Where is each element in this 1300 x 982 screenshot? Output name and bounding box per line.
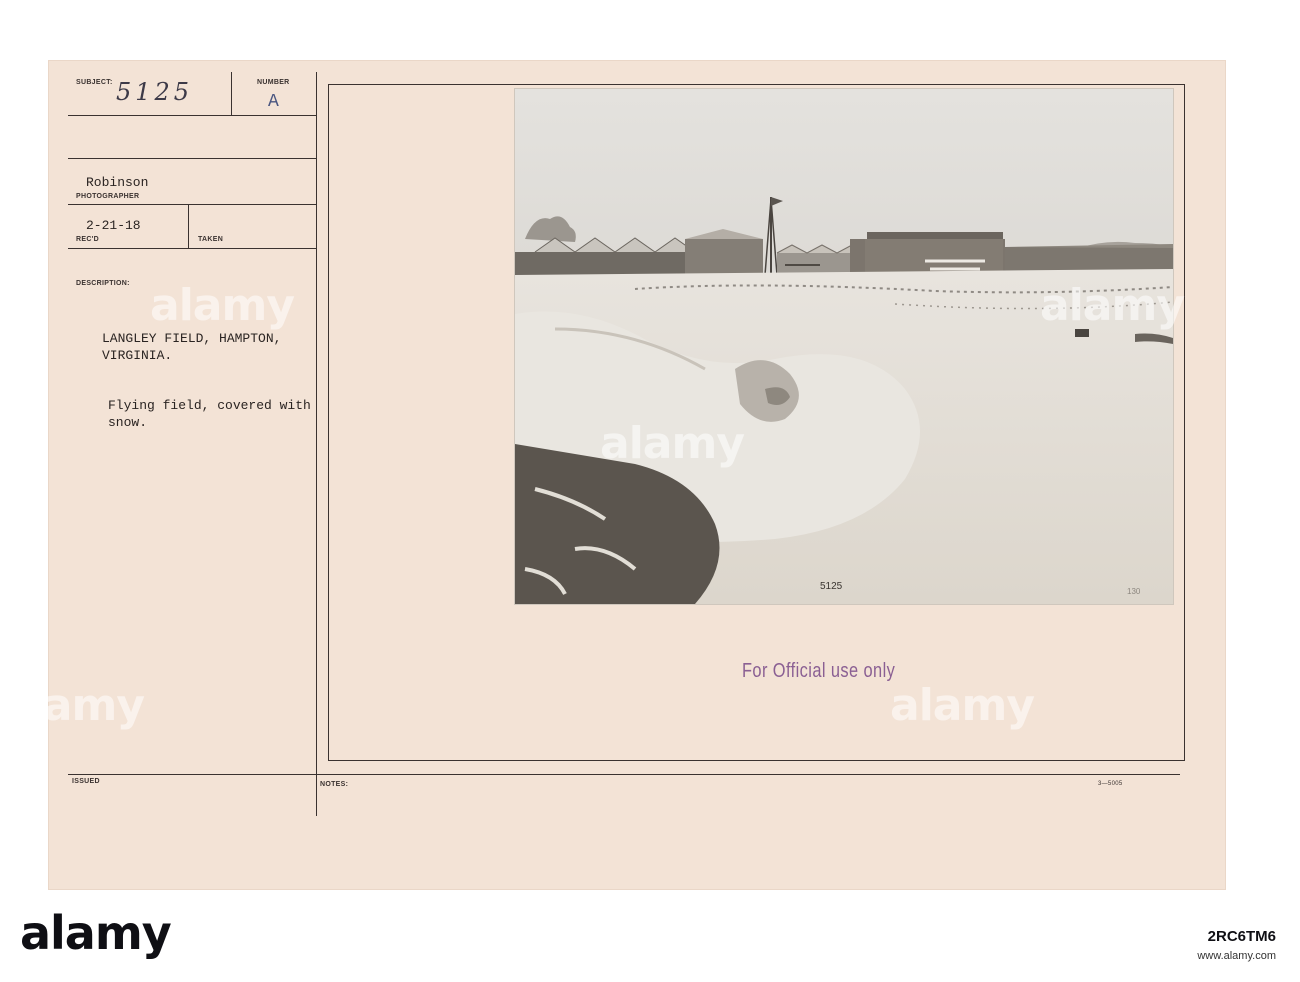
frame-line (328, 760, 1185, 761)
photographer-label: PHOTOGRAPHER (76, 193, 140, 200)
divider (68, 204, 316, 205)
watermark: alamy (600, 418, 745, 469)
divider (231, 72, 232, 116)
number-value: A (268, 92, 279, 112)
watermark: alamy (1040, 280, 1185, 331)
frame-line (1184, 84, 1185, 760)
watermark: alamy (0, 680, 145, 731)
site-url[interactable]: www.alamy.com (1197, 950, 1276, 962)
description-line: snow. (108, 415, 148, 430)
notes-label: NOTES: (320, 781, 349, 788)
corner-mark: 130 (1127, 587, 1141, 596)
form-code: 3—5005 (1098, 781, 1123, 787)
received-label: REC'D (76, 236, 99, 243)
description-line: LANGLEY FIELD, HAMPTON, (102, 331, 282, 346)
subject-label: SUBJECT: (76, 79, 113, 86)
negative-number: 5125 (820, 581, 843, 592)
watermark: alamy (150, 280, 295, 331)
number-label: NUMBER (257, 79, 290, 86)
divider (316, 72, 317, 816)
divider (188, 204, 189, 248)
frame-line (328, 84, 329, 760)
image-code: 2RC6TM6 (1207, 928, 1276, 945)
divider (68, 158, 316, 159)
divider (68, 774, 1180, 775)
divider (68, 115, 316, 116)
description-line: Flying field, covered with (108, 398, 311, 413)
description-label: DESCRIPTION: (76, 280, 130, 287)
subject-number: 5125 (116, 78, 194, 106)
divider (68, 248, 316, 249)
description-line: VIRGINIA. (102, 348, 173, 363)
official-use-stamp: For Official use only (742, 660, 896, 682)
footer-bar (0, 890, 1300, 982)
watermark: alamy (1290, 290, 1300, 341)
taken-label: TAKEN (198, 236, 224, 243)
photographer-name: Robinson (86, 175, 149, 190)
watermark: alamy (890, 680, 1035, 731)
footer-logo[interactable]: alamy (20, 906, 172, 960)
photograph: 5125 130 (514, 88, 1174, 605)
issued-label: ISSUED (72, 778, 100, 785)
frame-line (328, 84, 1184, 85)
snowy-field-illustration: 5125 130 (515, 89, 1173, 604)
received-date: 2-21-18 (86, 218, 141, 233)
